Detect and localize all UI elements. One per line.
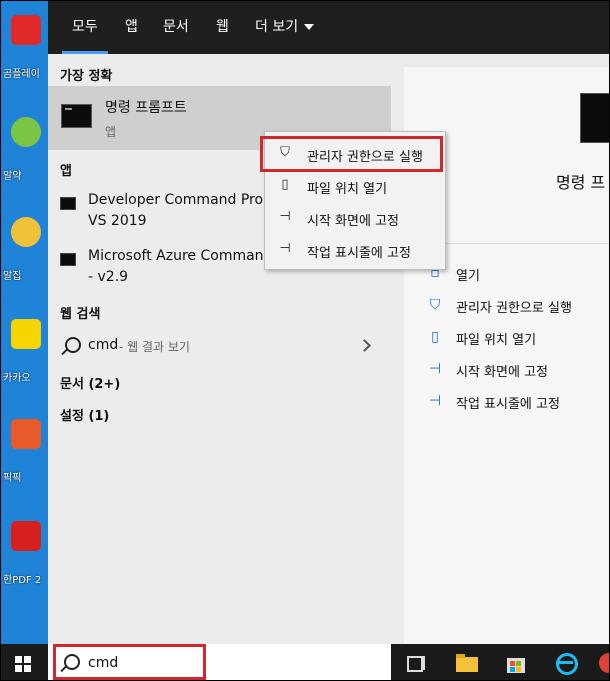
context-open-file-location[interactable]: ▯ 파일 위치 열기 bbox=[265, 172, 445, 200]
desktop-icon-label: 한PDF 2 bbox=[3, 575, 42, 586]
desktop-icon-label: 알약 bbox=[3, 171, 22, 182]
desktop: 곰플레이 알약 알집 카카오 픽픽 한PDF 2 bbox=[1, 1, 48, 644]
pin-icon: ⊣ bbox=[428, 393, 442, 409]
pin-icon: ⊣ bbox=[279, 209, 291, 224]
windows-logo-icon bbox=[24, 656, 31, 663]
windows-logo-icon bbox=[24, 665, 31, 672]
action-label: 작업 표시줄에 고정 bbox=[456, 397, 560, 412]
tab-more[interactable]: 더 보기 bbox=[255, 1, 315, 54]
section-web-search: 웹 검색 bbox=[60, 307, 101, 322]
store-icon[interactable] bbox=[505, 652, 527, 674]
action-label: 시작 화면에 고정 bbox=[456, 365, 548, 380]
details-title: 명령 프 bbox=[556, 173, 606, 192]
web-result-item[interactable]: cmd - 웹 결과 보기 bbox=[48, 332, 391, 360]
gomplayer-icon bbox=[11, 15, 41, 45]
tab-all[interactable]: 모두 bbox=[62, 1, 108, 54]
highlight-search-box bbox=[53, 644, 206, 680]
app-item-title-line2: VS 2019 bbox=[88, 213, 147, 229]
web-result-query: cmd bbox=[88, 337, 119, 353]
desktop-icon-picpick[interactable]: 픽픽 bbox=[3, 419, 43, 484]
section-best-match: 가장 정확 bbox=[60, 69, 113, 84]
command-prompt-icon bbox=[61, 104, 92, 128]
windows-logo-icon bbox=[15, 665, 22, 672]
best-match-subtitle: 앱 bbox=[105, 125, 117, 139]
folder-icon: ▯ bbox=[431, 329, 439, 345]
context-item-label: 파일 위치 열기 bbox=[307, 182, 388, 197]
pin-icon: ⊣ bbox=[279, 241, 291, 256]
desktop-icon-hanpdf[interactable]: 한PDF 2 bbox=[3, 521, 43, 586]
taskbar bbox=[1, 644, 609, 680]
action-label: 관리자 권한으로 실행 bbox=[456, 301, 572, 316]
web-result-suffix: - 웹 결과 보기 bbox=[119, 340, 190, 354]
picpick-icon bbox=[11, 419, 41, 449]
action-label: 파일 위치 열기 bbox=[456, 333, 537, 348]
filter-tabs: 모두 앱 문서 웹 더 보기 bbox=[48, 1, 609, 54]
file-explorer-icon[interactable] bbox=[456, 652, 478, 674]
internet-explorer-icon[interactable] bbox=[554, 652, 578, 675]
context-item-label: 시작 화면에 고정 bbox=[307, 214, 399, 229]
tab-documents[interactable]: 문서 bbox=[163, 1, 189, 54]
tab-apps[interactable]: 앱 bbox=[125, 1, 138, 54]
tab-more-label: 더 보기 bbox=[255, 19, 299, 35]
task-view-icon[interactable] bbox=[405, 652, 427, 674]
shield-icon: ⛉ bbox=[429, 297, 441, 313]
context-item-label: 작업 표시줄에 고정 bbox=[307, 246, 411, 261]
terminal-icon bbox=[60, 253, 76, 266]
screen: 곰플레이 알약 알집 카카오 픽픽 한PDF 2 모두 앱 문서 웹 더 보기 … bbox=[0, 0, 610, 681]
context-pin-to-taskbar[interactable]: ⊣ 작업 표시줄에 고정 bbox=[265, 236, 445, 264]
desktop-icon-alyac[interactable]: 알약 bbox=[3, 117, 43, 182]
section-documents[interactable]: 문서 (2+) bbox=[60, 373, 120, 392]
chevron-down-icon bbox=[304, 24, 315, 30]
kakao-icon bbox=[11, 319, 41, 349]
chrome-icon[interactable] bbox=[599, 652, 609, 674]
action-label: 열기 bbox=[456, 269, 480, 284]
desktop-icon-label: 카카오 bbox=[3, 373, 31, 384]
command-prompt-large-icon bbox=[580, 93, 609, 143]
context-pin-to-start[interactable]: ⊣ 시작 화면에 고정 bbox=[265, 204, 445, 232]
chevron-right-icon[interactable] bbox=[358, 339, 371, 352]
app-item-title: Developer Command Pron bbox=[88, 192, 272, 208]
windows-logo-icon bbox=[15, 656, 22, 663]
hanpdf-icon bbox=[11, 521, 41, 551]
app-item-title-line2: - v2.9 bbox=[88, 269, 129, 285]
windows-start-button[interactable] bbox=[15, 656, 31, 672]
terminal-icon bbox=[60, 197, 76, 210]
desktop-icon-kakao[interactable]: 카카오 bbox=[3, 319, 43, 384]
desktop-icon-label: 곰플레이 bbox=[3, 69, 40, 80]
start-search-panel: 모두 앱 문서 웹 더 보기 가장 정확 명령 프롬프트 앱 앱 Develop… bbox=[48, 1, 609, 644]
section-apps: 앱 bbox=[60, 164, 72, 179]
desktop-icon-gomplayer[interactable]: 곰플레이 bbox=[3, 15, 43, 80]
tab-web[interactable]: 웹 bbox=[216, 1, 229, 54]
pin-icon: ⊣ bbox=[428, 361, 442, 377]
best-match-title: 명령 프롬프트 bbox=[105, 100, 187, 116]
desktop-icon-label: 알집 bbox=[3, 271, 22, 282]
folder-icon: ▯ bbox=[281, 177, 289, 192]
desktop-icon-alzip[interactable]: 알집 bbox=[3, 217, 43, 282]
search-icon bbox=[65, 337, 81, 353]
highlight-run-as-admin bbox=[260, 136, 443, 172]
alyac-icon bbox=[11, 117, 41, 147]
section-settings[interactable]: 설정 (1) bbox=[60, 405, 109, 424]
app-item-title: Microsoft Azure Command bbox=[88, 248, 273, 264]
alzip-icon bbox=[11, 217, 41, 247]
desktop-icon-label: 픽픽 bbox=[3, 473, 22, 484]
